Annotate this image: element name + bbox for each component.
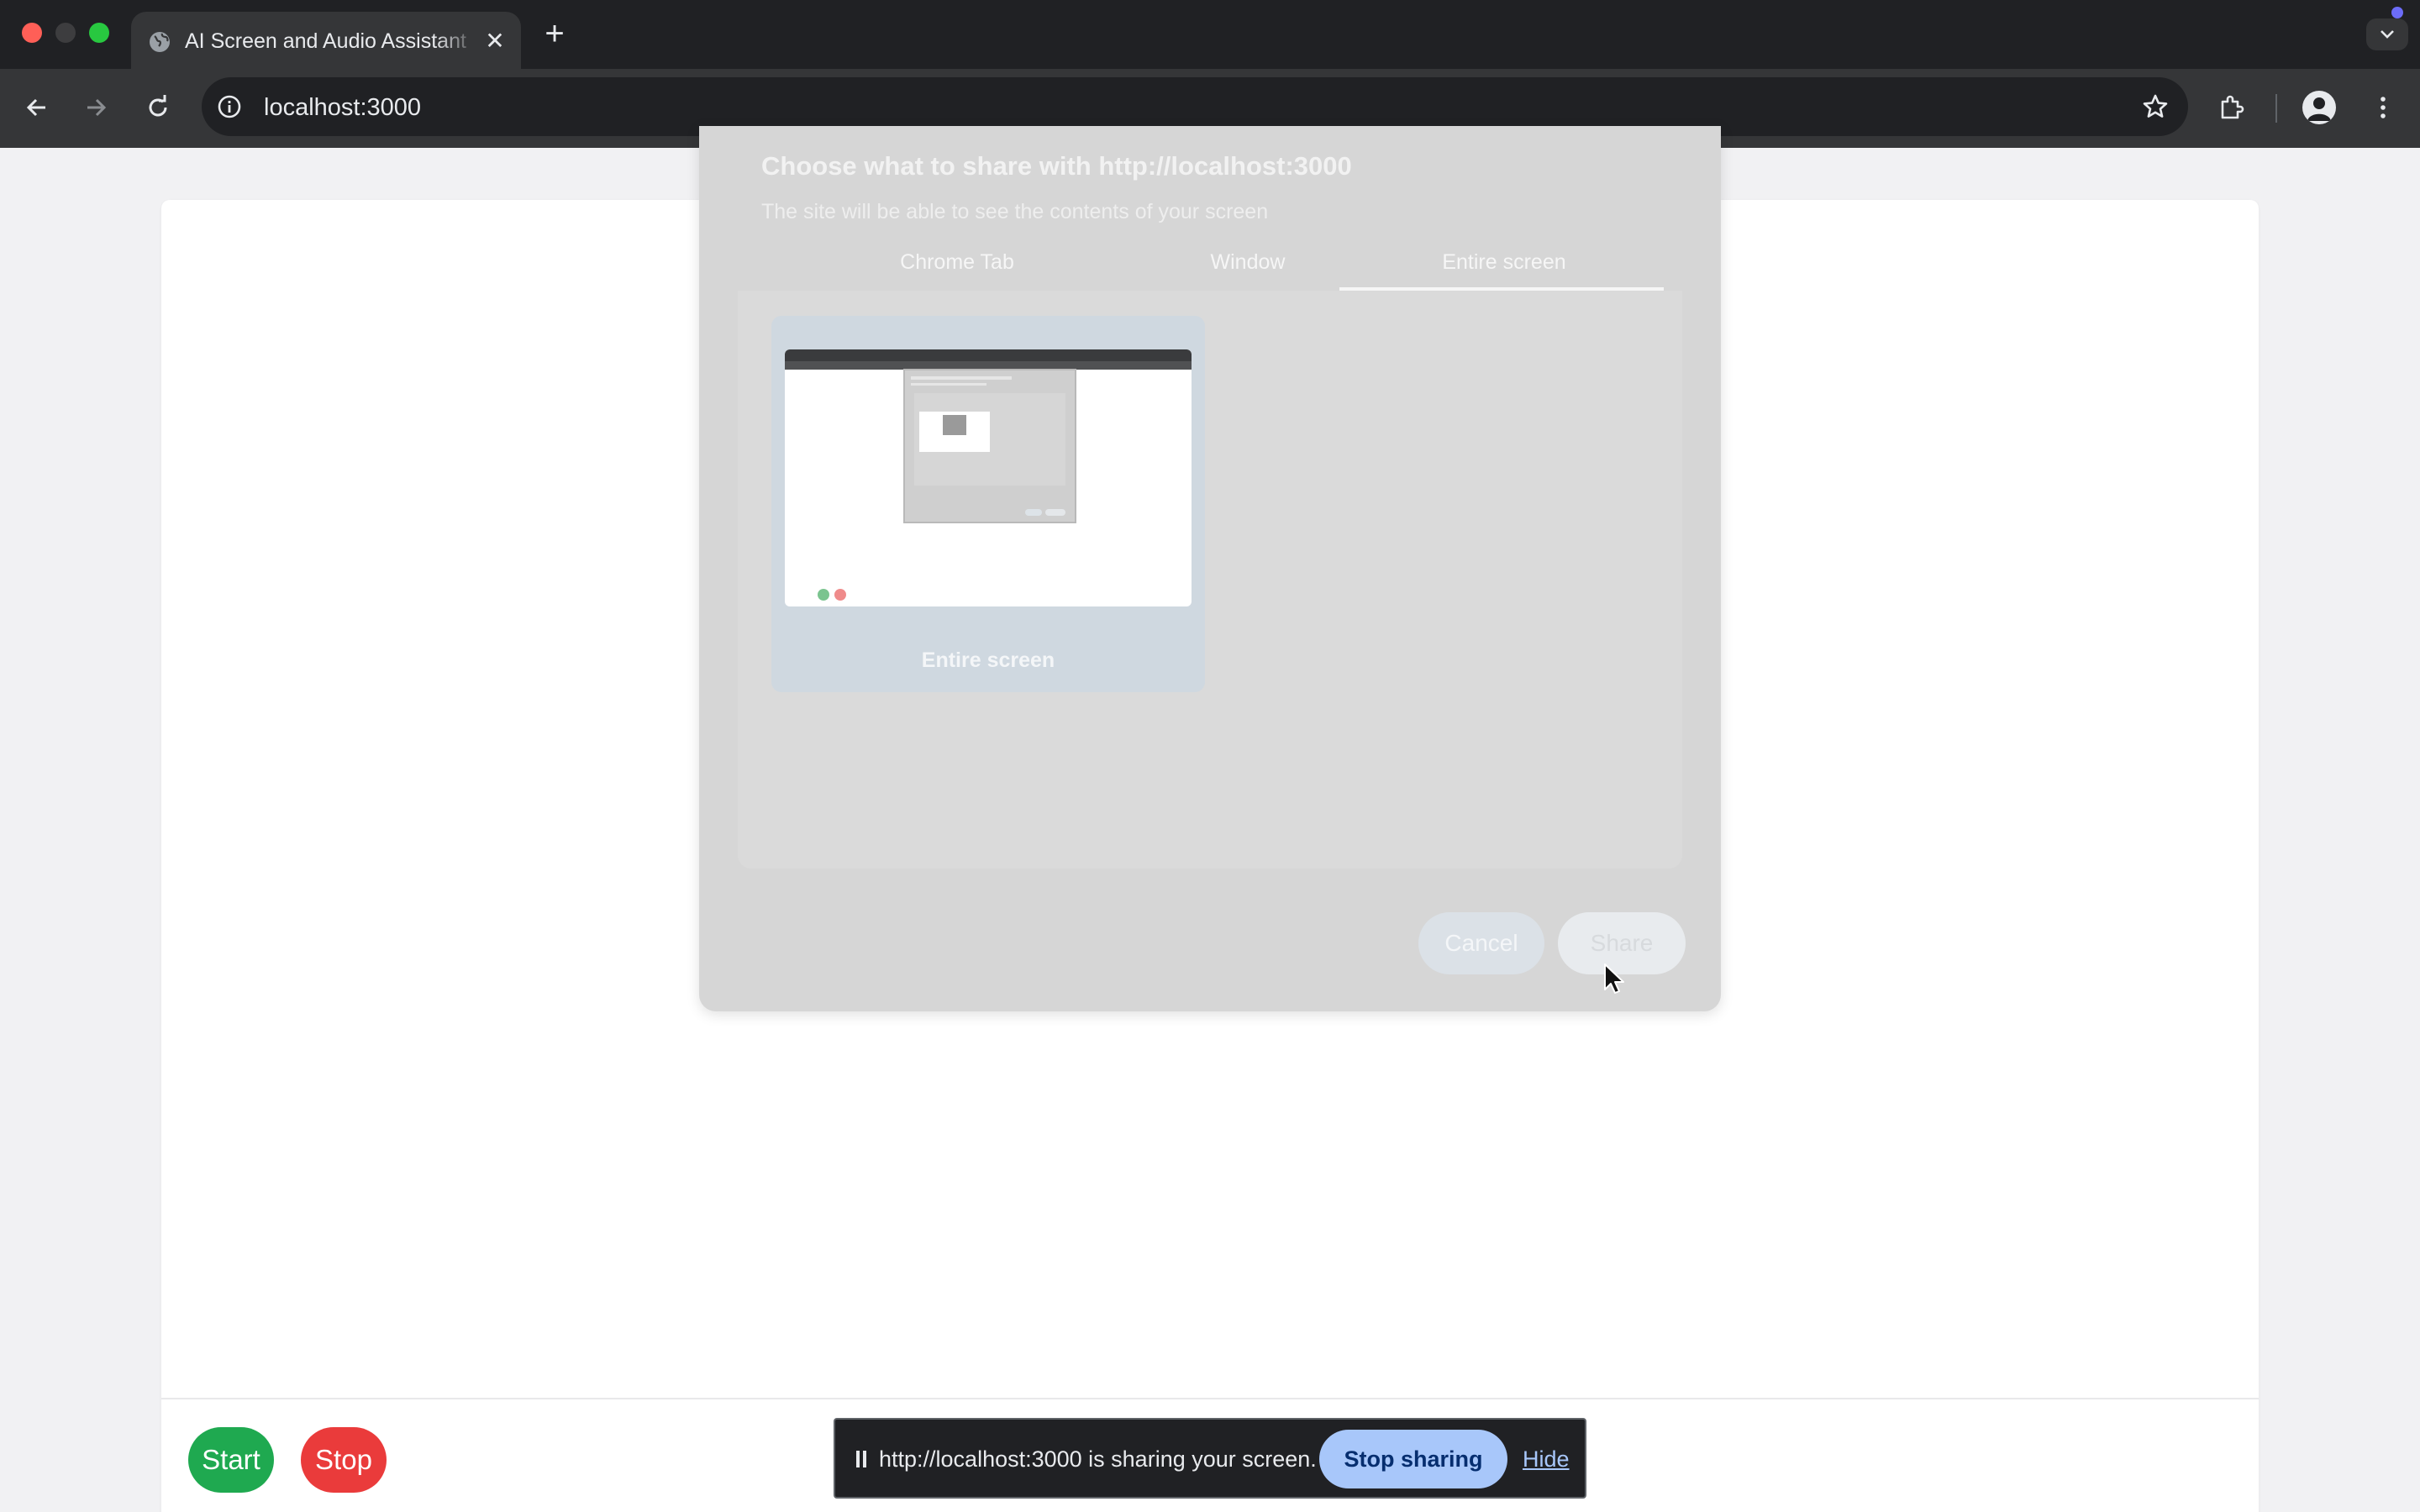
info-icon[interactable] <box>213 91 245 123</box>
forward-button[interactable] <box>76 87 116 128</box>
window-maximize-button[interactable] <box>89 23 109 43</box>
globe-icon <box>148 30 171 54</box>
menu-button[interactable] <box>2363 87 2403 128</box>
close-icon[interactable]: ✕ <box>482 29 508 54</box>
tab-window[interactable]: Window <box>1144 250 1351 275</box>
pause-icon <box>856 1451 866 1467</box>
sharing-message: http://localhost:3000 is sharing your sc… <box>879 1446 1317 1472</box>
arrow-right-icon <box>87 98 107 117</box>
puzzle-icon <box>2221 95 2244 119</box>
cancel-button[interactable]: Cancel <box>1418 912 1544 974</box>
browser-tab[interactable]: AI Screen and Audio Assistant ✕ <box>131 12 521 69</box>
controls-divider <box>161 1398 2259 1399</box>
chevron-down-icon <box>2381 30 2394 39</box>
window-close-button[interactable] <box>22 23 42 43</box>
kebab-menu-icon <box>2381 97 2386 118</box>
stop-sharing-button[interactable]: Stop sharing <box>1319 1430 1507 1488</box>
hide-link[interactable]: Hide <box>1523 1446 1570 1473</box>
share-dialog: Choose what to share with http://localho… <box>699 126 1721 1011</box>
start-button[interactable]: Start <box>188 1427 274 1493</box>
url-text[interactable]: localhost:3000 <box>264 94 421 122</box>
reload-button[interactable] <box>138 87 178 128</box>
tab-title: AI Screen and Audio Assistant <box>185 29 466 53</box>
screen-source-option[interactable]: Entire screen <box>771 316 1205 692</box>
stop-button[interactable]: Stop <box>301 1427 387 1493</box>
reload-icon <box>149 95 167 117</box>
mouse-cursor-icon <box>1604 963 1624 994</box>
dialog-subtitle: The site will be able to see the content… <box>761 200 1269 223</box>
notification-dot <box>2391 7 2403 18</box>
plus-icon[interactable]: + <box>539 15 570 52</box>
person-icon[interactable] <box>2302 91 2336 124</box>
source-label: Entire screen <box>921 648 1055 672</box>
dialog-title: Choose what to share with http://localho… <box>761 151 1352 181</box>
screen-sharing-bar: http://localhost:3000 is sharing your sc… <box>834 1418 1586 1499</box>
window-minimize-button[interactable] <box>55 23 76 43</box>
tab-search-button[interactable] <box>2366 18 2408 50</box>
toolbar-separator <box>2275 94 2277 123</box>
back-button[interactable] <box>17 87 57 128</box>
browser-titlebar: AI Screen and Audio Assistant ✕ + <box>0 0 2420 69</box>
screen-thumbnail <box>785 349 1192 606</box>
tab-entire-screen[interactable]: Entire screen <box>1361 250 1647 275</box>
extensions-button[interactable] <box>2212 87 2252 128</box>
tab-chrome-tab[interactable]: Chrome Tab <box>854 250 1060 275</box>
star-icon[interactable] <box>2139 91 2171 127</box>
arrow-left-icon <box>26 98 45 117</box>
